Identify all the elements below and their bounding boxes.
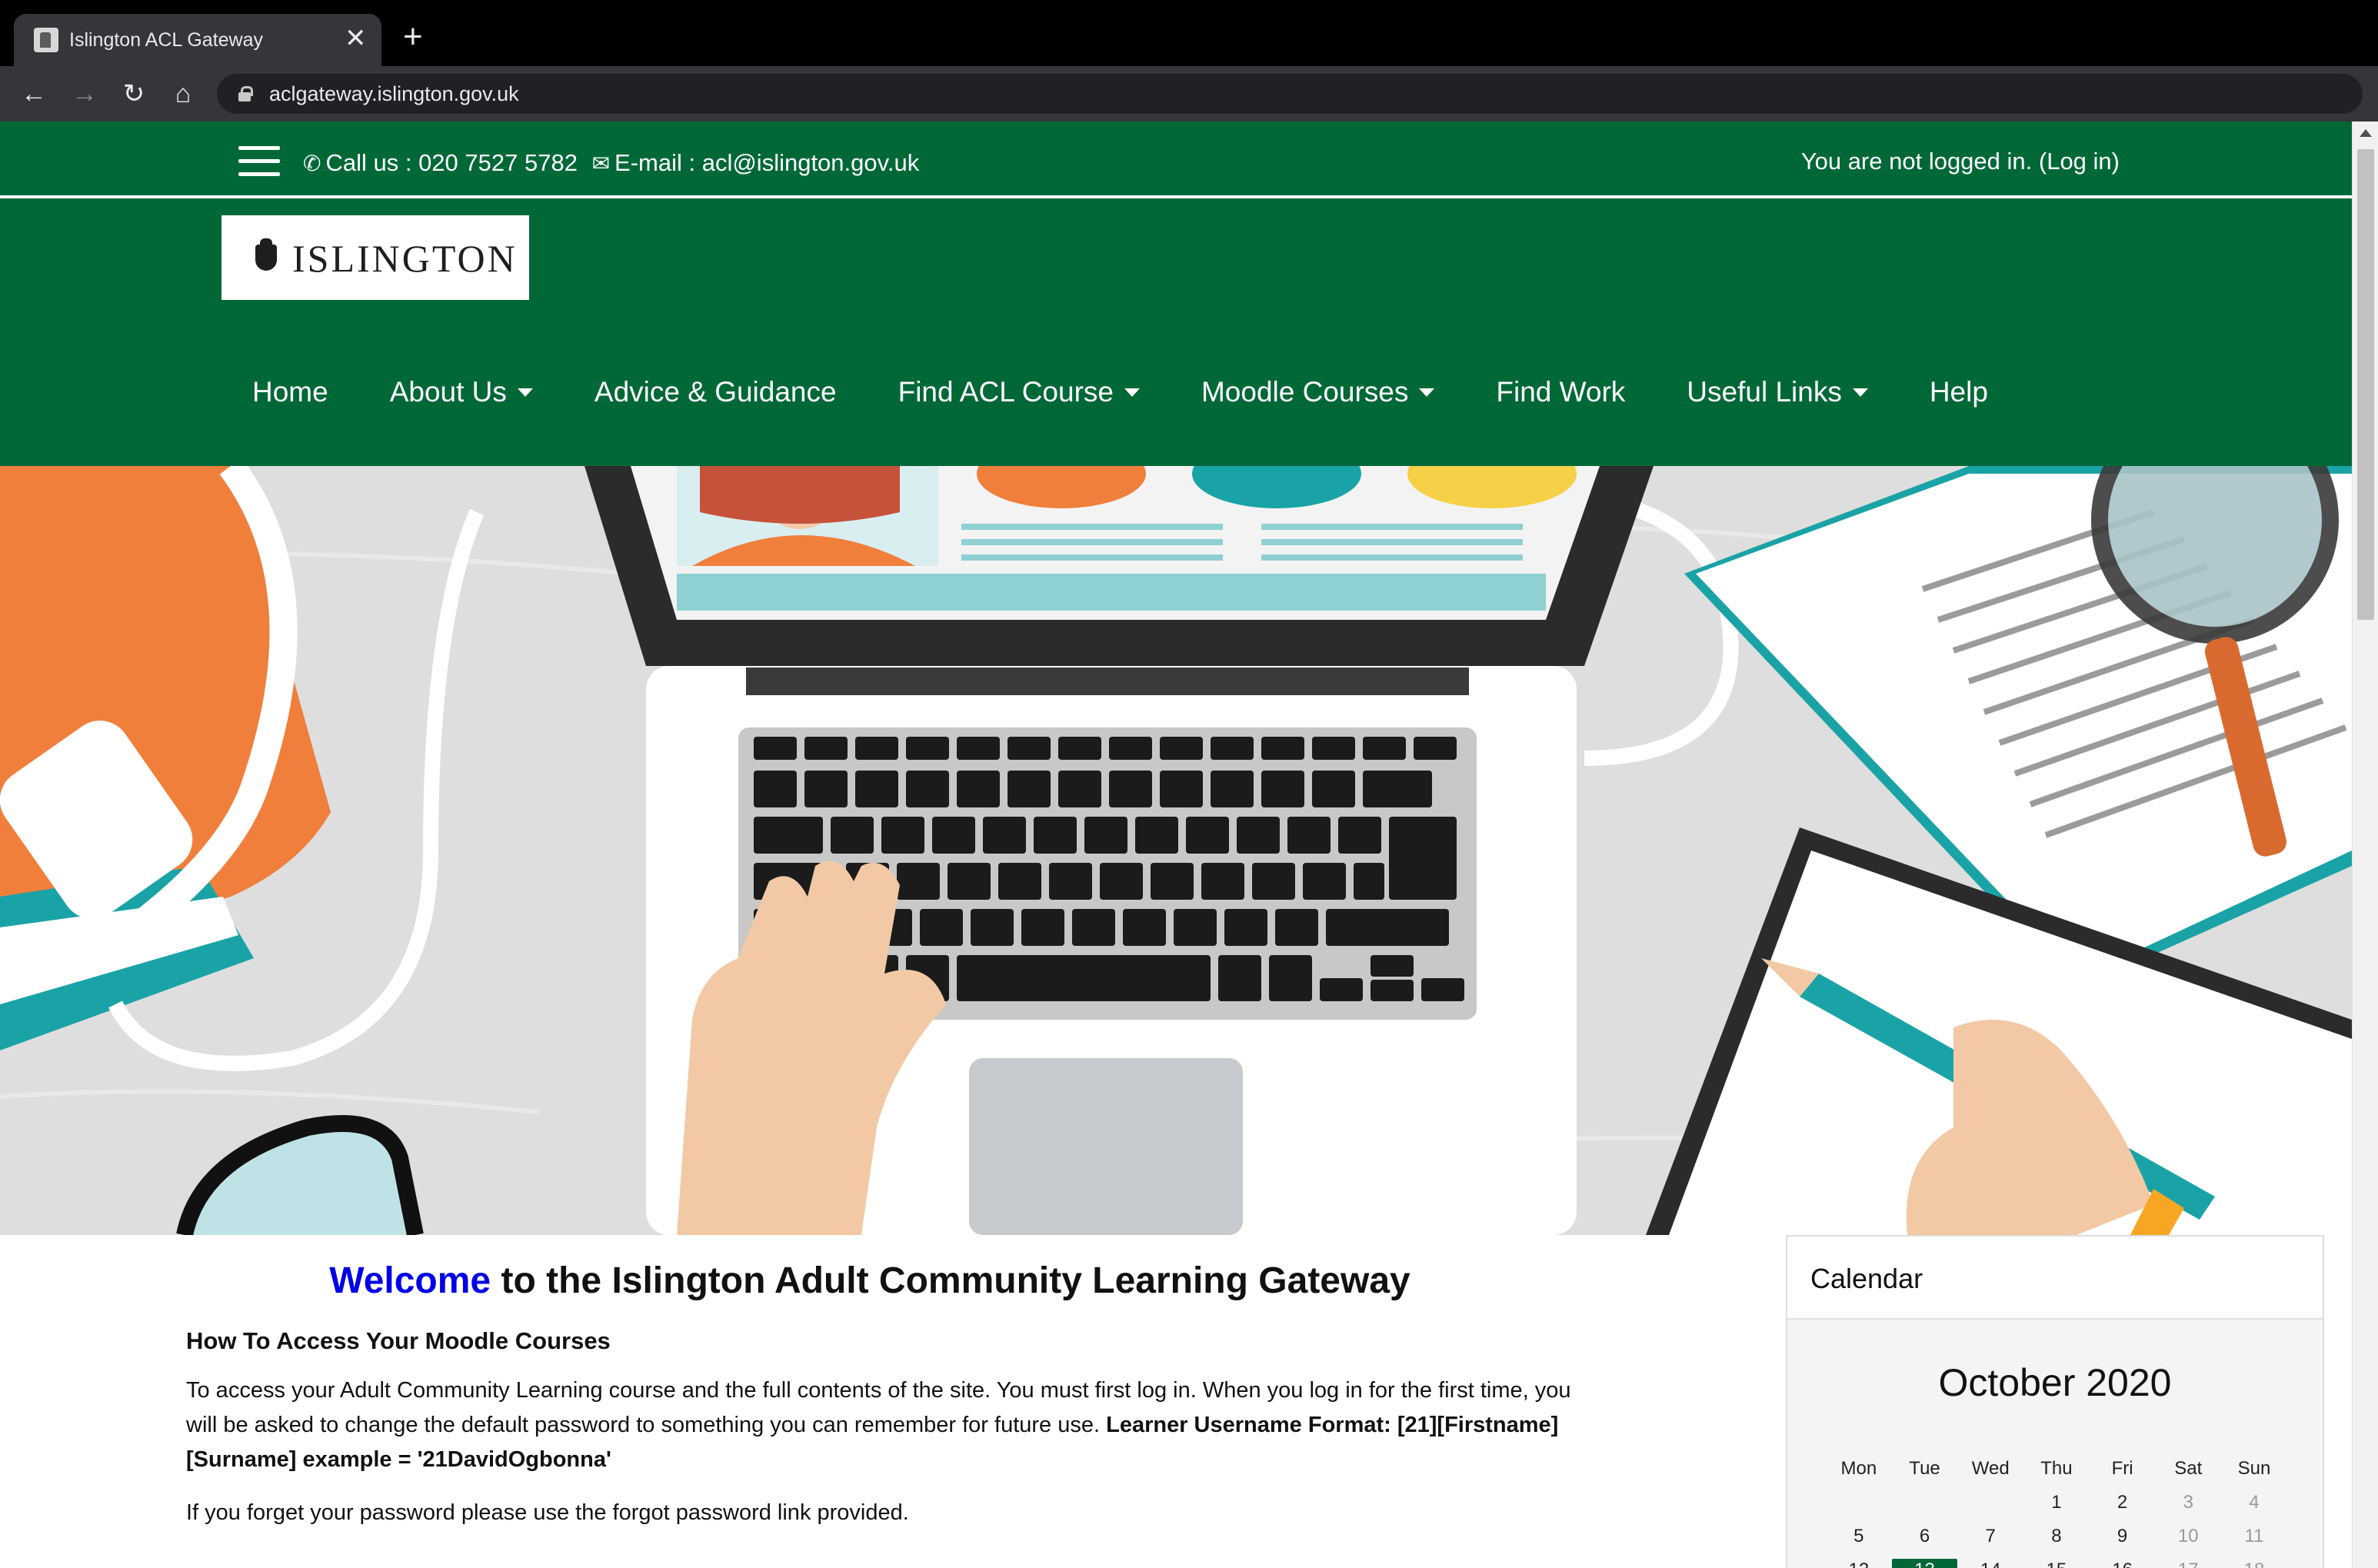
- nav-about-us[interactable]: About Us: [359, 375, 564, 409]
- login-status: You are not logged in. (Log in): [1801, 148, 2120, 175]
- access-heading: How To Access Your Moodle Courses: [186, 1327, 611, 1354]
- nav-moodle-label: Moodle Courses: [1201, 376, 1409, 408]
- calendar-grid: Mon Tue Wed Thu Fri Sat Sun 1 2 3 4 5 6 …: [1826, 1452, 2287, 1568]
- calendar-day[interactable]: 8: [2023, 1525, 2090, 1548]
- calendar-day[interactable]: 1: [2023, 1491, 2090, 1514]
- new-tab-icon[interactable]: +: [403, 20, 423, 54]
- page-viewport: ✆ Call us : 020 7527 5782 ✉ E-mail : acl@i…: [0, 122, 2378, 1568]
- calendar-day[interactable]: 2: [2090, 1491, 2156, 1514]
- calendar-month: October 2020: [1938, 1361, 2172, 1404]
- welcome-rest-text: to the Islington Adult Community Learnin…: [491, 1260, 1410, 1301]
- nav-home[interactable]: Home: [221, 375, 359, 409]
- calendar-day[interactable]: 16: [2090, 1559, 2156, 1568]
- nav-find-work[interactable]: Find Work: [1465, 375, 1656, 409]
- back-icon[interactable]: ←: [14, 74, 54, 114]
- calendar-title: Calendar: [1810, 1263, 1923, 1294]
- site-header: ISLINGTON Home About Us Advice & Guidanc…: [0, 198, 2352, 466]
- forgot-password-note: If you forget your password please use t…: [186, 1500, 909, 1525]
- logo-text: ISLINGTON: [292, 237, 518, 280]
- calendar-day[interactable]: 3: [2155, 1491, 2221, 1514]
- calendar-day[interactable]: 9: [2090, 1525, 2156, 1548]
- calendar-day[interactable]: 6: [1892, 1525, 1958, 1548]
- calendar-day[interactable]: 5: [1826, 1525, 1892, 1548]
- browser-toolbar: ← → ↻ ⌂ aclgateway.islington.gov.uk: [0, 66, 2378, 122]
- contact-info: ✆ Call us : 020 7527 5782 ✉ E-mail : acl@i…: [303, 149, 919, 178]
- calendar-weekday-row: Mon Tue Wed Thu Fri Sat Sun: [1826, 1452, 2287, 1486]
- weekday-label: Mon: [1840, 1458, 1877, 1479]
- weekday-label: Sat: [2174, 1458, 2203, 1479]
- calendar-day[interactable]: 17: [2155, 1559, 2221, 1568]
- nav-help[interactable]: Help: [1899, 375, 2019, 409]
- nav-home-label: Home: [252, 376, 328, 408]
- caret-down-icon: [517, 388, 533, 397]
- calendar-week-row: 1 2 3 4: [1826, 1486, 2287, 1520]
- caret-down-icon: [1419, 388, 1435, 397]
- contact-bar: ✆ Call us : 020 7527 5782 ✉ E-mail : acl@i…: [0, 122, 2352, 197]
- scroll-thumb[interactable]: [2357, 149, 2374, 620]
- islington-logo[interactable]: ISLINGTON: [221, 215, 529, 300]
- calendar-header: Calendar: [1787, 1237, 2323, 1320]
- calendar-day-today[interactable]: 13: [1891, 1559, 1958, 1568]
- access-instructions: To access your Adult Community Learning …: [186, 1373, 1594, 1477]
- weekday-label: Fri: [2111, 1458, 2133, 1479]
- nav-advice-label: Advice & Guidance: [594, 376, 837, 408]
- weekday-label: Sun: [2237, 1458, 2271, 1479]
- calendar-day[interactable]: 18: [2221, 1559, 2287, 1568]
- tab-close-icon[interactable]: ✕: [345, 25, 367, 52]
- welcome-heading: Welcome to the Islington Adult Community…: [154, 1258, 1586, 1304]
- nav-moodle-courses[interactable]: Moodle Courses: [1171, 375, 1465, 409]
- envelope-icon: ✉: [591, 151, 611, 175]
- calendar-week-row: 12 13 14 15 16 17 18: [1826, 1553, 2287, 1568]
- calendar-block: Calendar October 2020 Mon Tue Wed Thu Fr…: [1786, 1235, 2324, 1568]
- calendar-day[interactable]: 15: [2023, 1559, 2090, 1568]
- calendar-day[interactable]: 11: [2221, 1525, 2287, 1548]
- browser-tabstrip: Islington ACL Gateway ✕ +: [0, 0, 2378, 66]
- browser-tab[interactable]: Islington ACL Gateway ✕: [14, 14, 381, 66]
- home-icon[interactable]: ⌂: [163, 74, 203, 114]
- nav-about-label: About Us: [389, 376, 507, 408]
- login-status-suffix: ): [2111, 148, 2120, 175]
- nav-find-work-label: Find Work: [1496, 376, 1626, 408]
- calendar-day[interactable]: 12: [1826, 1559, 1892, 1568]
- desk-laptop-illustration: [0, 466, 2352, 1235]
- reload-icon[interactable]: ↻: [114, 74, 154, 114]
- hamburger-menu-icon[interactable]: [238, 146, 280, 177]
- main-navigation: Home About Us Advice & Guidance Find ACL…: [221, 365, 2019, 420]
- email-link[interactable]: E-mail : acl@islington.gov.uk: [614, 149, 919, 176]
- scroll-up-arrow-icon[interactable]: [2360, 129, 2372, 137]
- site-favicon-icon: [34, 28, 58, 52]
- phone-icon: ✆: [303, 151, 321, 175]
- calendar-day[interactable]: 14: [1957, 1559, 2023, 1568]
- weekday-label: Tue: [1909, 1458, 1940, 1479]
- nav-help-label: Help: [1929, 376, 1988, 408]
- url-text[interactable]: aclgateway.islington.gov.uk: [269, 82, 519, 106]
- page-scrollbar[interactable]: [2352, 122, 2378, 1568]
- call-us-text: Call us : 020 7527 5782: [325, 149, 578, 176]
- calendar-day[interactable]: 10: [2155, 1525, 2221, 1548]
- nav-useful-links[interactable]: Useful Links: [1656, 375, 1899, 409]
- hero-illustration: [0, 466, 2352, 1235]
- caret-down-icon: [1852, 388, 1868, 397]
- welcome-content: Welcome to the Islington Adult Community…: [186, 1258, 1586, 1528]
- calendar-day[interactable]: 7: [1957, 1525, 2023, 1548]
- lock-icon[interactable]: [238, 86, 253, 102]
- crest-icon: [251, 238, 281, 275]
- weekday-label: Thu: [2040, 1458, 2073, 1479]
- forward-icon[interactable]: →: [65, 74, 105, 114]
- nav-find-course-label: Find ACL Course: [898, 376, 1114, 408]
- calendar-day[interactable]: 4: [2221, 1491, 2287, 1514]
- calendar-week-row: 5 6 7 8 9 10 11: [1826, 1520, 2287, 1553]
- nav-advice-guidance[interactable]: Advice & Guidance: [564, 375, 868, 409]
- nav-useful-links-label: Useful Links: [1687, 376, 1842, 408]
- welcome-accent-text: Welcome: [329, 1260, 491, 1301]
- tab-title: Islington ACL Gateway: [69, 29, 263, 51]
- weekday-label: Wed: [1971, 1458, 2010, 1479]
- login-status-text: You are not logged in. (: [1800, 148, 2047, 175]
- caret-down-icon: [1124, 388, 1140, 397]
- nav-find-acl-course[interactable]: Find ACL Course: [868, 375, 1171, 409]
- address-bar[interactable]: aclgateway.islington.gov.uk: [217, 74, 2363, 114]
- login-link[interactable]: Log in: [2047, 148, 2111, 175]
